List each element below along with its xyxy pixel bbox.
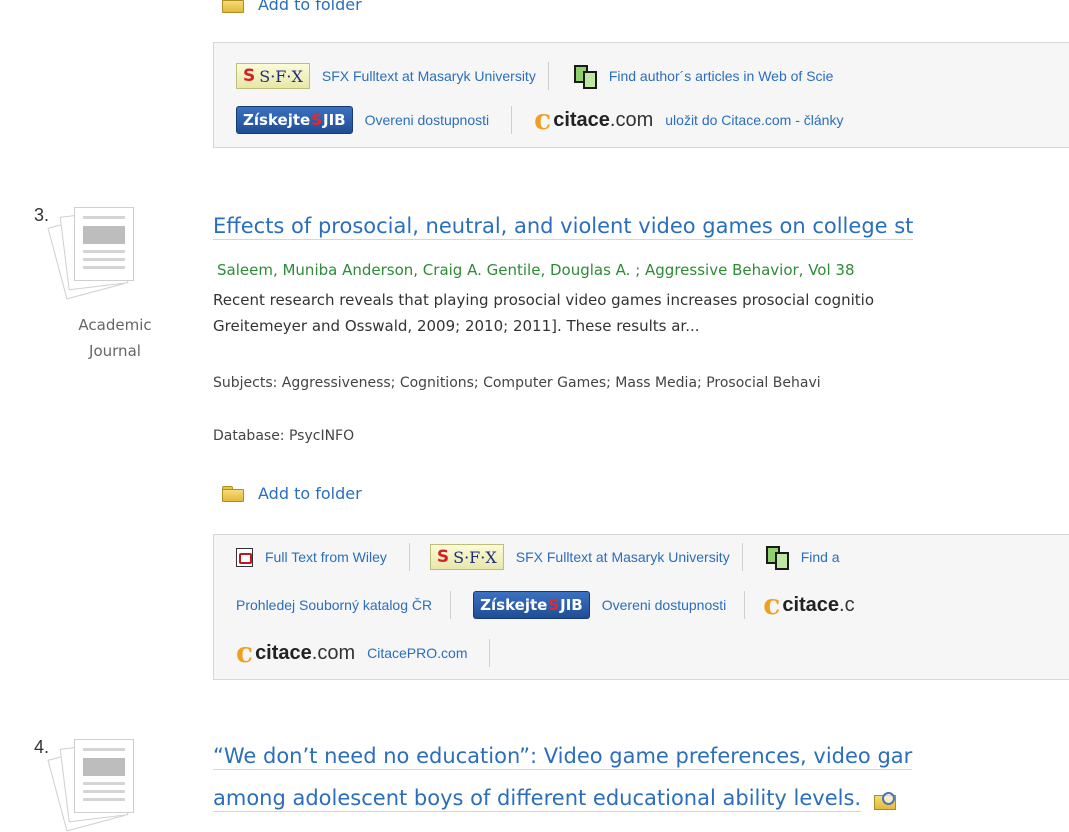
citace-logo: c citace .com: [236, 636, 356, 669]
jib-link-item[interactable]: Získejte S JIB Overeni dostupnosti: [214, 102, 501, 138]
document-thumbnail[interactable]: [47, 735, 134, 832]
links-box-1-row-1: S S·F·X SFX Fulltext at Masaryk Universi…: [214, 58, 845, 94]
preview-icon[interactable]: [874, 791, 897, 810]
links-box-1: S S·F·X SFX Fulltext at Masaryk Universi…: [213, 42, 1069, 148]
katalog-link[interactable]: Prohledej Souborný katalog ČR: [236, 597, 432, 613]
result-subjects: Subjects: Aggressiveness; Cognitions; Co…: [213, 375, 821, 391]
jib-link-item[interactable]: Získejte S JIB Overeni dostupnosti: [451, 587, 738, 623]
result-number: 3.: [34, 205, 50, 225]
links-box-2-row-2: Prohledej Souborný katalog ČR Získejte S J…: [214, 587, 879, 623]
web-of-science-icon: [573, 64, 597, 89]
citacepro-link[interactable]: CitacePRO.com: [367, 645, 467, 661]
jib-link[interactable]: Overeni dostupnosti: [602, 597, 727, 613]
sfx-link[interactable]: SFX Fulltext at Masaryk University: [322, 68, 536, 84]
links-box-2-row-1: Full Text from Wiley S S·F·X SFX Fulltex…: [214, 539, 852, 575]
sfx-logo: S S·F·X: [236, 63, 310, 89]
sfx-link-item[interactable]: S S·F·X SFX Fulltext at Masaryk Universi…: [410, 539, 742, 575]
wos-link[interactable]: Find author´s articles in Web of Scie: [609, 68, 834, 84]
result-abstract: Recent research reveals that playing pro…: [213, 291, 875, 335]
document-type: Academic Journal: [78, 316, 152, 360]
sfx-logo: S S·F·X: [429, 544, 504, 570]
find-link-item[interactable]: Find a: [743, 539, 852, 575]
result-title-line-2-wrap: among adolescent boys of different educa…: [213, 786, 897, 812]
citace-link[interactable]: uložit do Citace.com - články: [665, 112, 843, 128]
links-box-1-row-2: Získejte S JIB Overeni dostupnosti c citace…: [214, 102, 855, 138]
add-to-folder-label: Add to folder: [258, 0, 362, 14]
folder-icon: [222, 0, 244, 13]
jib-link[interactable]: Overeni dostupnosti: [365, 112, 490, 128]
separator: [489, 639, 491, 667]
add-to-folder[interactable]: Add to folder: [222, 482, 362, 504]
sfx-link-item[interactable]: S S·F·X SFX Fulltext at Masaryk Universi…: [214, 58, 548, 94]
web-of-science-icon: [765, 545, 789, 570]
result-number: 4.: [34, 737, 50, 757]
result-authors: Saleem, Muniba Anderson, Craig A. Gentil…: [217, 261, 855, 279]
result-title-line-2[interactable]: among adolescent boys of different educa…: [213, 786, 862, 812]
jib-logo: Získejte S JIB: [236, 106, 353, 134]
document-page-icon: [74, 207, 134, 281]
sfx-link[interactable]: SFX Fulltext at Masaryk University: [516, 549, 730, 565]
fulltext-wiley-link[interactable]: Full Text from Wiley: [265, 549, 387, 565]
top-add-to-folder[interactable]: Add to folder: [222, 0, 362, 14]
wos-link-item[interactable]: Find author´s articles in Web of Scie: [549, 58, 846, 94]
add-to-folder-label: Add to folder: [258, 483, 362, 503]
links-box-2-row-3: c citace .com CitacePRO.com: [214, 635, 491, 671]
katalog-link-item[interactable]: Prohledej Souborný katalog ČR: [214, 587, 444, 623]
wiley-link-item[interactable]: Full Text from Wiley: [214, 539, 399, 575]
citace-link-item[interactable]: c citace .com uložit do Citace.com - článk…: [512, 102, 855, 138]
result-title-line-1[interactable]: “We don’t need no education”: Video game…: [213, 744, 913, 770]
document-thumbnail[interactable]: [47, 203, 134, 300]
citace-partial-item[interactable]: c citace .c: [745, 587, 878, 623]
result-database: Database: PsycINFO: [213, 428, 355, 444]
pdf-icon: [236, 547, 253, 567]
links-box-2: Full Text from Wiley S S·F·X SFX Fulltex…: [213, 534, 1069, 680]
citacepro-link-item[interactable]: c citace .com CitacePRO.com: [214, 635, 479, 671]
citace-logo: c citace .c: [763, 588, 855, 621]
citace-logo: c citace .com: [534, 103, 654, 136]
jib-logo: Získejte S JIB: [473, 591, 590, 619]
document-page-icon: [74, 739, 134, 813]
result-title[interactable]: Effects of prosocial, neutral, and viole…: [213, 214, 914, 240]
find-partial-link[interactable]: Find a: [801, 549, 840, 565]
folder-icon: [222, 485, 244, 502]
